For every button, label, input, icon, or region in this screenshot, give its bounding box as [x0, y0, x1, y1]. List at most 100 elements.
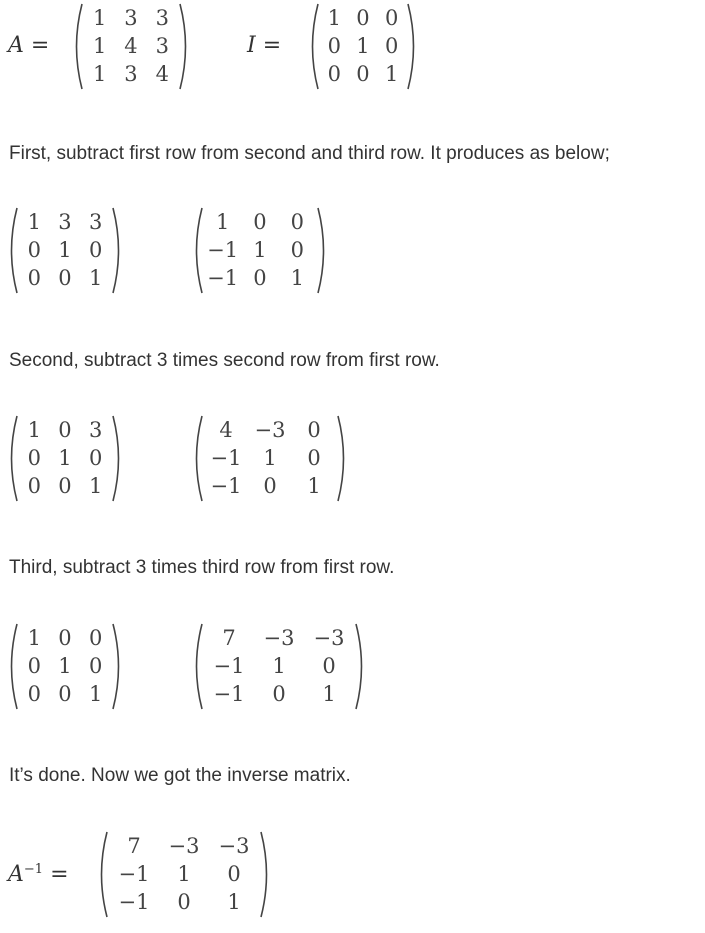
matrix-entries: 7 −3 −3 −1 1 0 −1 0 1 [204, 624, 354, 708]
matrix-entry: 0 [356, 62, 370, 86]
matrix-entry: 1 [290, 266, 304, 290]
matrix-entry: 0 [27, 682, 42, 706]
matrix-entry: −3 [263, 626, 295, 650]
matrix-entry: −1 [213, 682, 245, 706]
right-parenthesis [112, 623, 120, 710]
matrix-entry: 0 [327, 62, 342, 86]
right-parenthesis [179, 3, 187, 90]
matrix-entry: 0 [322, 654, 336, 678]
matrix-entry: 0 [88, 446, 103, 470]
matrix-entry: 3 [155, 6, 170, 30]
matrix-entry: 0 [384, 34, 399, 58]
matrix-entry: 0 [290, 210, 304, 234]
left-parenthesis [10, 415, 18, 502]
identity-matrix-label: I = [247, 33, 282, 58]
matrix-entry: 0 [177, 890, 191, 914]
matrix-entry: 4 [124, 34, 138, 58]
matrix-entry: 0 [58, 626, 72, 650]
matrix-entry: 0 [88, 238, 103, 262]
matrix-entry: 1 [327, 6, 342, 30]
matrix-entry: 0 [290, 238, 304, 262]
matrix-entry: 1 [88, 474, 103, 498]
matrix-entry: −1 [118, 862, 150, 886]
right-parenthesis [407, 3, 415, 90]
right-parenthesis [317, 207, 325, 294]
left-parenthesis [195, 207, 203, 294]
right-parenthesis [112, 415, 120, 502]
matrix-a-label: A = [8, 33, 50, 58]
matrix-entry: 0 [384, 6, 399, 30]
matrix-entries: 100010001 [19, 624, 111, 708]
matrix-entry: 0 [27, 238, 42, 262]
inverse-matrix-label: A−1 = [8, 862, 69, 887]
matrix-entry: 1 [27, 210, 42, 234]
matrix-entry: 1 [58, 238, 72, 262]
matrix-entry: 1 [215, 210, 230, 234]
matrix-entries: 133143134 [84, 4, 178, 88]
left-parenthesis [75, 3, 83, 90]
matrix-entry: 0 [88, 626, 103, 650]
matrix-entry: 1 [227, 890, 241, 914]
left-parenthesis [100, 831, 108, 918]
matrix-entry: 3 [88, 210, 103, 234]
inverse-matrix: 7 −3 −3 −1 1 0 −1 0 1 [95, 830, 273, 919]
matrix-entry: 0 [27, 654, 42, 678]
matrix-entry: −1 [210, 446, 242, 470]
matrix-entry: 7 [222, 626, 236, 650]
matrix-entry: 3 [58, 210, 72, 234]
matrix-entry: 4 [155, 62, 170, 86]
matrix-entry: 1 [384, 62, 399, 86]
right-parenthesis [355, 623, 363, 710]
matrix-entry: 1 [307, 474, 321, 498]
matrix-entry: 1 [27, 626, 42, 650]
matrix-entry: 1 [88, 266, 103, 290]
matrix-entry: 0 [58, 682, 72, 706]
conclusion-text: It’s done. Now we got the inverse matrix… [9, 765, 351, 786]
matrix-entry: 1 [263, 446, 277, 470]
left-parenthesis [311, 3, 319, 90]
matrix-entry: 0 [307, 418, 321, 442]
matrix-entries: 103010001 [19, 416, 111, 500]
matrix-entries: 4 −3 0 −1 1 0 −1 0 1 [204, 416, 336, 500]
matrix-entry: 0 [227, 862, 241, 886]
matrix-entry: 1 [88, 682, 103, 706]
matrix-entries: 100010001 [320, 4, 406, 88]
matrix-entry: −1 [213, 654, 245, 678]
matrix-entry: 0 [58, 266, 72, 290]
matrix-entry: −1 [207, 266, 239, 290]
matrix-entry: 3 [155, 34, 170, 58]
identity-matrix: 100010001 [306, 2, 420, 91]
matrix-entry: −1 [118, 890, 150, 914]
matrix-entry: −3 [218, 834, 250, 858]
left-parenthesis [195, 415, 203, 502]
matrix-entry: 1 [58, 446, 72, 470]
matrix-entry: 0 [27, 446, 42, 470]
step-3-right-matrix: 7 −3 −3 −1 1 0 −1 0 1 [190, 622, 368, 711]
matrix-entry: 1 [58, 654, 72, 678]
matrix-entry: 0 [58, 474, 72, 498]
matrix-entry: 1 [322, 682, 336, 706]
matrix-entry: 3 [124, 62, 138, 86]
matrix-entry: −3 [313, 626, 345, 650]
matrix-entry: −1 [207, 238, 239, 262]
matrix-entries: 1 0 0 −1 1 0 −1 0 1 [204, 208, 316, 292]
right-parenthesis [260, 831, 268, 918]
matrix-entry: 3 [88, 418, 103, 442]
matrix-entry: −3 [168, 834, 200, 858]
left-parenthesis [10, 207, 18, 294]
matrix-entry: 0 [307, 446, 321, 470]
matrix-entry: 0 [253, 266, 267, 290]
matrix-entry: 1 [356, 34, 370, 58]
matrix-entry: 1 [177, 862, 191, 886]
matrix-entry: −3 [254, 418, 286, 442]
matrix-entry: 1 [92, 34, 107, 58]
matrix-entry: 1 [92, 6, 107, 30]
matrix-entry: 0 [253, 210, 267, 234]
matrix-entry: 0 [263, 474, 277, 498]
matrix-entry: 3 [124, 6, 138, 30]
left-parenthesis [10, 623, 18, 710]
matrix-entry: 0 [27, 266, 42, 290]
step-2-left-matrix: 103010001 [5, 414, 125, 503]
matrix-entry: 0 [327, 34, 342, 58]
matrix-a: 133143134 [70, 2, 192, 91]
